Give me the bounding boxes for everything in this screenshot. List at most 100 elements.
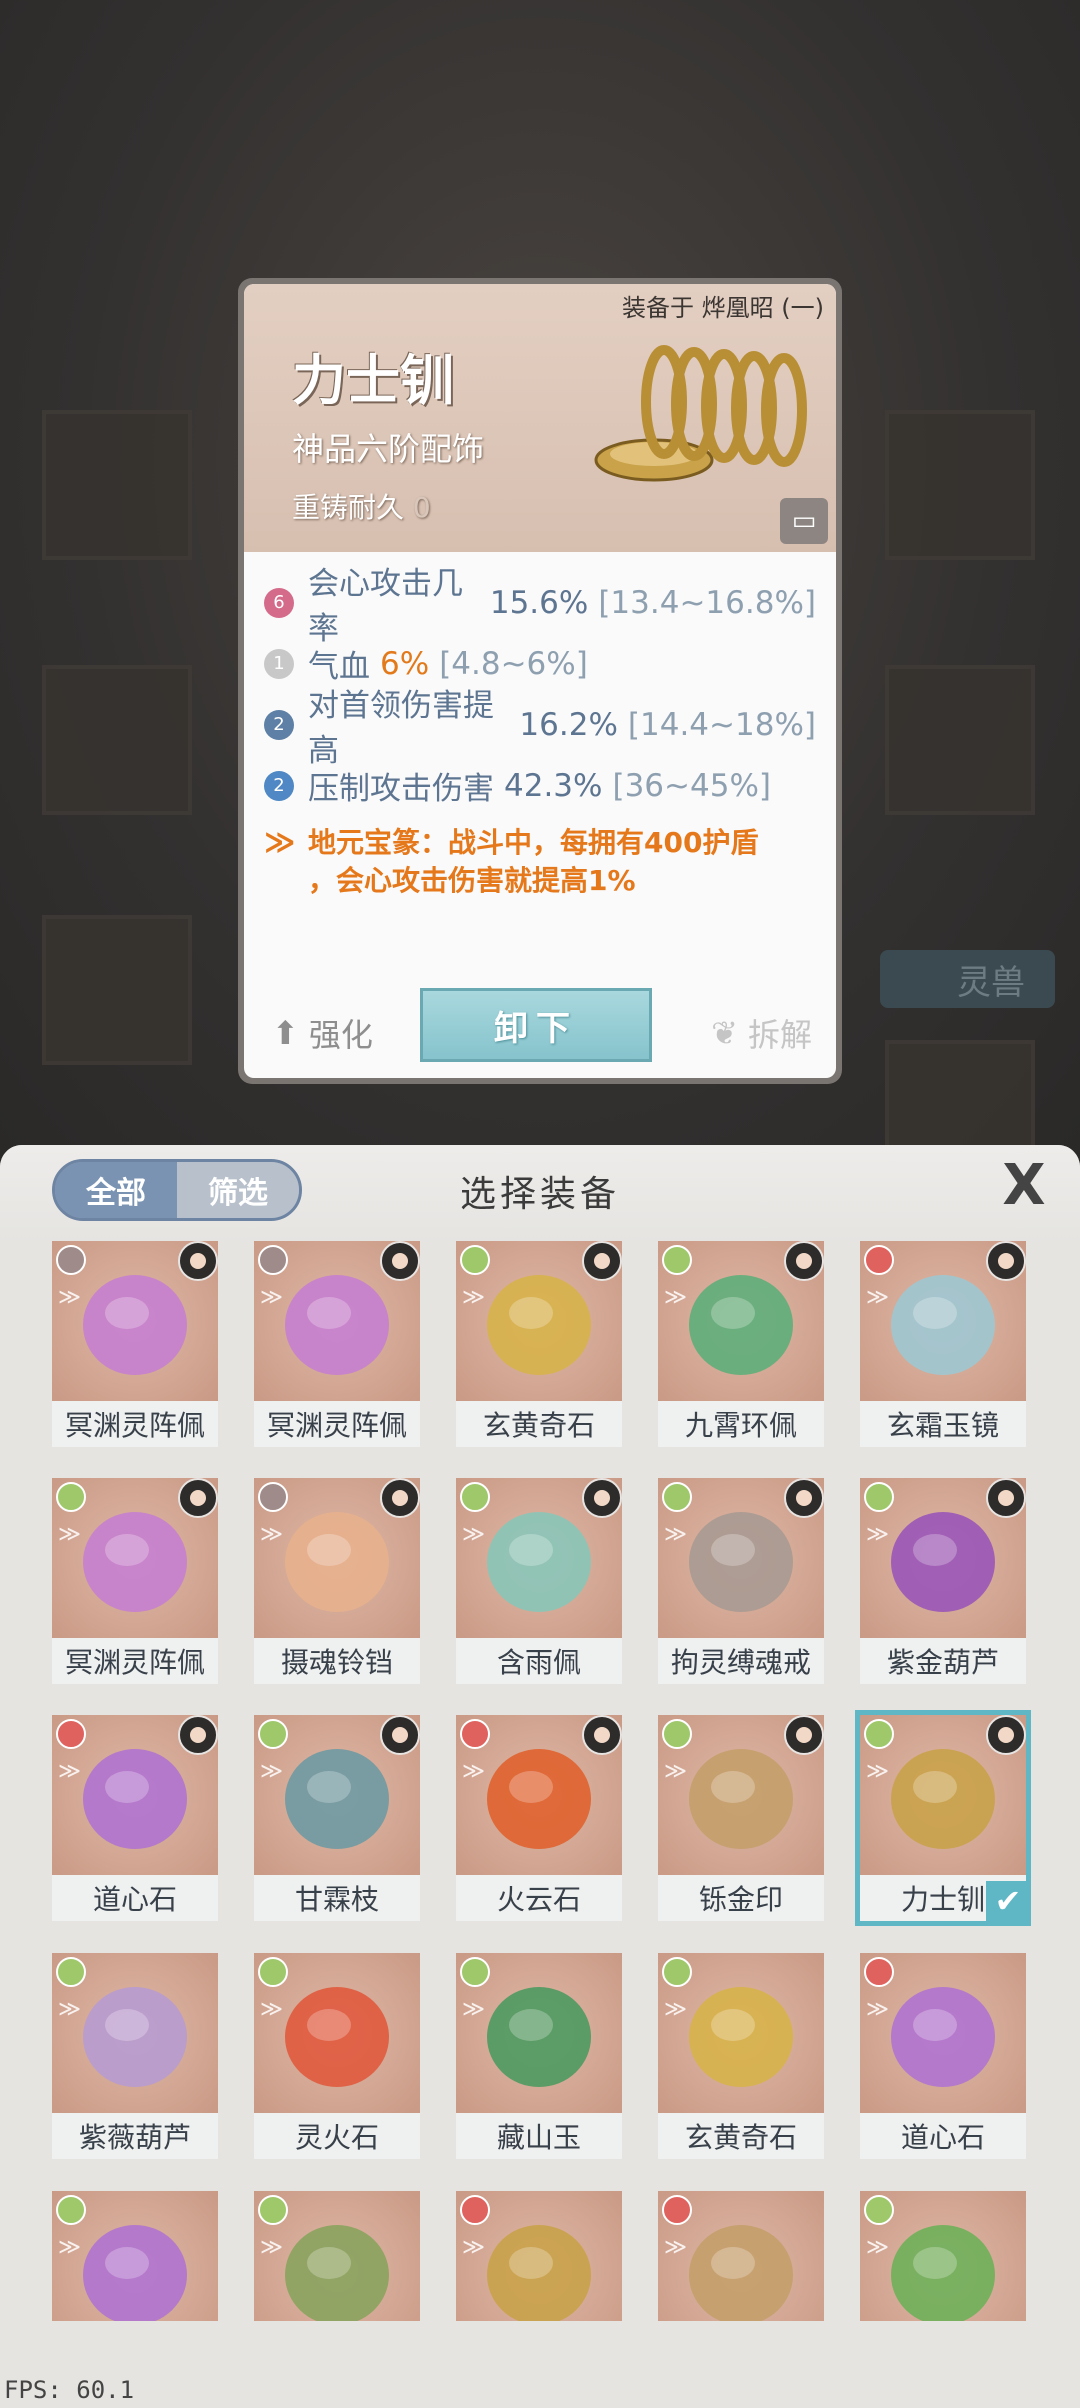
- equipment-name: 紫金葫芦: [860, 1638, 1026, 1684]
- set-icon: ≫: [462, 1997, 486, 2022]
- equipment-tile[interactable]: ≫ 冥渊灵阵佩: [52, 1241, 218, 1447]
- equipment-tile[interactable]: ≫ 摄魂铃铛: [254, 1478, 420, 1684]
- equipment-tile[interactable]: ≫ 玄黄奇石: [658, 1953, 824, 2159]
- set-icon: ≫: [462, 1759, 486, 1784]
- set-icon: ≫: [260, 2235, 284, 2260]
- quality-icon: [864, 1957, 894, 1987]
- quality-icon: [56, 1482, 86, 1512]
- owner-avatar: [582, 1715, 622, 1755]
- quality-icon: [258, 1957, 288, 1987]
- card-actions: ⬆ 强化 卸下 ❦ 拆解: [244, 968, 836, 1078]
- quality-icon: [864, 1482, 894, 1512]
- equipment-name: 甘霖枝: [254, 1875, 420, 1921]
- dismantle-button[interactable]: ❦ 拆解: [711, 1010, 812, 1056]
- item-grade: 神品六阶配饰: [292, 430, 485, 468]
- set-icon: ≫: [664, 2235, 688, 2260]
- stat-value: 6%: [380, 645, 430, 682]
- equipment-name: 冥渊灵阵佩: [52, 1638, 218, 1684]
- equipment-tile[interactable]: ≫ 拘灵缚魂戒: [658, 1478, 824, 1684]
- owner-avatar: [380, 1715, 420, 1755]
- panel-title: 选择装备: [459, 1174, 620, 1215]
- stat-rank-badge: 2: [264, 770, 294, 801]
- special-effect-line: 地元宝篆：战斗中，每拥有400护盾: [308, 826, 759, 859]
- stat-name: 会心攻击几率: [308, 565, 463, 647]
- equipment-tile[interactable]: ≫ 冥渊灵阵佩: [254, 1241, 420, 1447]
- check-icon: ✔: [986, 1881, 1030, 1921]
- equipment-tile[interactable]: ≫▭力士钏✔: [855, 1710, 1031, 1926]
- set-icon: ≫: [866, 1759, 890, 1784]
- equipment-tile[interactable]: ≫ 玄霜玉镜: [860, 1241, 1026, 1447]
- equipment-name: 玄霜玉镜: [860, 1401, 1026, 1447]
- equipment-tile[interactable]: ≫ 道心石: [860, 1953, 1026, 2159]
- owner-avatar: [582, 1241, 622, 1281]
- set-icon: ≫: [866, 2235, 890, 2260]
- pet-button: 灵兽: [880, 950, 1055, 1008]
- stat-rank-badge: 6: [264, 587, 294, 618]
- equipment-tile[interactable]: ≫: [52, 2191, 218, 2321]
- arrow-up-icon: ⬆: [272, 1014, 299, 1052]
- equipment-tile[interactable]: ≫ 灵火石: [254, 1953, 420, 2159]
- equipment-tile[interactable]: ≫: [658, 2191, 824, 2321]
- equipment-tile[interactable]: ≫: [860, 2191, 1026, 2321]
- set-icon: ≫: [58, 1759, 82, 1784]
- equipment-tile[interactable]: ≫▭火云石: [456, 1715, 622, 1921]
- bg-equip-slot: [885, 665, 1035, 815]
- strengthen-button[interactable]: ⬆ 强化: [272, 1010, 373, 1056]
- set-icon: ≫: [58, 1997, 82, 2022]
- equipment-name: 九霄环佩: [658, 1401, 824, 1447]
- bg-equip-slot: [42, 665, 192, 815]
- stat-value: 16.2%: [519, 706, 618, 743]
- quality-icon: [662, 1482, 692, 1512]
- owner-avatar: [178, 1478, 218, 1518]
- close-button[interactable]: X: [992, 1153, 1056, 1218]
- bg-equip-slot: [885, 410, 1035, 560]
- set-icon: ≫: [866, 1285, 890, 1310]
- equipment-name: 道心石: [52, 1875, 218, 1921]
- unequip-button[interactable]: 卸下: [420, 988, 652, 1062]
- equipment-name: 道心石: [860, 2113, 1026, 2159]
- equipment-name: 灵火石: [254, 2113, 420, 2159]
- equipment-tile[interactable]: ≫ 藏山玉: [456, 1953, 622, 2159]
- equipment-tile[interactable]: ≫: [456, 2191, 622, 2321]
- stat-rank-badge: 1: [264, 648, 294, 679]
- equipment-tile[interactable]: ≫ 玄黄奇石: [456, 1241, 622, 1447]
- stat-value: 15.6%: [489, 584, 589, 621]
- chest-icon[interactable]: ▭: [780, 498, 828, 544]
- special-effect: ≫ 地元宝篆：战斗中，每拥有400护盾 ，会心攻击伤害就提高1%: [264, 824, 816, 900]
- equipment-tile[interactable]: ≫ 紫薇葫芦: [52, 1953, 218, 2159]
- stat-name: 对首领伤害提高: [308, 687, 494, 769]
- fps-counter: FPS: 60.1: [4, 2376, 135, 2404]
- equipment-tile[interactable]: ≫ 九霄环佩: [658, 1241, 824, 1447]
- stats-list: 6 会心攻击几率 15.6% [13.4~16.8%] 1 气血 6% [4.8…: [244, 552, 836, 900]
- equipment-name: 火云石: [456, 1875, 622, 1921]
- durability: 重铸耐久 0: [292, 491, 431, 524]
- set-icon: ≫: [462, 1285, 486, 1310]
- equipment-tile[interactable]: ≫ 道心石: [52, 1715, 218, 1921]
- stat-value: 42.3%: [504, 767, 603, 804]
- stat-range: [14.4~18%]: [627, 706, 816, 743]
- set-icon: ≫: [866, 1522, 890, 1547]
- equipment-tile[interactable]: ≫▭紫金葫芦: [860, 1478, 1026, 1684]
- equipment-tile[interactable]: ≫ 铄金印: [658, 1715, 824, 1921]
- select-equipment-panel: 全部 筛选 选择装备 X ≫ 冥渊灵阵佩 ≫ 冥渊灵阵佩 ≫ 玄黄奇石 ≫ 九霄环佩 ≫ 玄霜玉镜…: [0, 1145, 1080, 2408]
- set-icon: ≫: [58, 2235, 82, 2260]
- equipment-name: 藏山玉: [456, 2113, 622, 2159]
- equipment-tile[interactable]: ≫ 含雨佩: [456, 1478, 622, 1684]
- owner-avatar: [784, 1241, 824, 1281]
- equipment-tile[interactable]: ≫: [254, 2191, 420, 2321]
- set-icon: ≫: [664, 1285, 688, 1310]
- set-icon: ≫: [664, 1522, 688, 1547]
- quality-icon: [662, 2195, 692, 2225]
- quality-icon: [258, 1719, 288, 1749]
- panel-header: 全部 筛选 选择装备 X: [0, 1145, 1080, 1245]
- equipment-name: 拘灵缚魂戒: [658, 1638, 824, 1684]
- set-icon: ≫: [462, 2235, 486, 2260]
- owner-avatar: [178, 1241, 218, 1281]
- equipment-tile[interactable]: ≫ 甘霖枝: [254, 1715, 420, 1921]
- equipment-name: 玄黄奇石: [456, 1401, 622, 1447]
- owner-avatar: [380, 1478, 420, 1518]
- owner-avatar: [784, 1478, 824, 1518]
- set-icon: ≫: [58, 1522, 82, 1547]
- stat-row: 6 会心攻击几率 15.6% [13.4~16.8%]: [264, 566, 816, 647]
- equipment-tile[interactable]: ≫ 冥渊灵阵佩: [52, 1478, 218, 1684]
